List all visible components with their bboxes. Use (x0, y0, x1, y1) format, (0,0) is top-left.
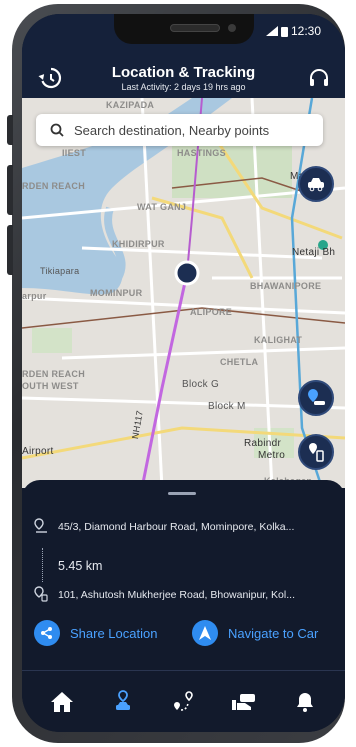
trip-distance: 5.45 km (58, 559, 103, 573)
camera (228, 24, 236, 32)
share-icon (34, 620, 60, 646)
map-view[interactable]: KAZIPADA IIEST HASTINGS RDEN REACH WAT G… (22, 98, 345, 488)
nav-car-service[interactable] (228, 686, 260, 718)
map-label: KHIDIRPUR (112, 239, 165, 249)
map-label: arpur (22, 291, 47, 301)
phone-location-icon (309, 443, 324, 462)
map-label: Block G (182, 379, 220, 390)
origin-address: 45/3, Diamond Harbour Road, Mominpore, K… (58, 521, 295, 533)
search-icon (50, 123, 64, 137)
share-location-button[interactable]: Share Location (34, 620, 157, 646)
map-label: OUTH WEST (22, 381, 79, 391)
trip-panel: 45/3, Diamond Harbour Road, Mominpore, K… (22, 480, 345, 732)
battery-icon (280, 26, 288, 37)
home-icon (51, 692, 74, 712)
headset-icon[interactable] (307, 66, 331, 90)
destination-pin-icon (34, 586, 48, 602)
origin-pin-icon (34, 518, 47, 533)
map-label: KALIGHAT (254, 335, 303, 345)
share-location-label: Share Location (70, 625, 158, 641)
search-placeholder: Search destination, Nearby points (74, 122, 270, 138)
page-title: Location & Tracking (111, 64, 256, 81)
navigation-arrow-icon (192, 620, 218, 646)
map-label: Rabindr (244, 438, 282, 449)
side-button (7, 225, 13, 275)
car-location-button[interactable] (298, 380, 334, 416)
map-label: HASTINGS (177, 148, 226, 158)
car-service-icon (308, 178, 324, 192)
map-label: IIEST (62, 148, 87, 158)
map-label: CHETLA (220, 357, 259, 367)
map-label: Block M (208, 401, 246, 412)
side-button (7, 165, 13, 215)
side-button (7, 115, 13, 145)
speaker (170, 24, 220, 32)
nav-car-location[interactable] (107, 686, 139, 718)
nav-notifications[interactable] (289, 686, 321, 718)
map-label: RDEN REACH (22, 369, 86, 379)
car-service-button[interactable] (298, 166, 334, 202)
map-label: Metro (258, 450, 286, 461)
map-label: KAZIPADA (106, 100, 155, 110)
nav-home[interactable] (46, 686, 78, 718)
nav-route[interactable] (167, 686, 199, 718)
screen: 12:30 Location & Tracking Last Activity:… (22, 14, 345, 732)
car-service-icon (232, 694, 256, 710)
map-label: WAT GANJ (137, 202, 187, 212)
map-label: Airport (22, 446, 54, 457)
map-label: RDEN REACH (22, 181, 86, 191)
route-icon (174, 691, 194, 711)
last-activity: Last Activity: 2 days 19 hrs ago (121, 82, 246, 92)
bell-icon (296, 693, 313, 712)
status-bar: 12:30 (265, 24, 321, 38)
status-time: 12:30 (290, 24, 321, 38)
route-connector (42, 548, 43, 582)
bottom-nav (22, 672, 345, 732)
phone-location-button[interactable] (298, 434, 334, 470)
divider (22, 670, 345, 671)
map-label: Tikiapara (40, 266, 80, 276)
map-label: Netaji Bh (292, 247, 336, 258)
car-location-icon (115, 690, 130, 710)
map-label: ALIPORE (190, 307, 233, 317)
search-bar[interactable]: Search destination, Nearby points (36, 114, 323, 146)
map-label: BHAWANIPORE (250, 281, 322, 291)
destination-address: 101, Ashutosh Mukherjee Road, Bhowanipur… (58, 589, 295, 601)
map-label: MOMINPUR (90, 288, 143, 298)
car-location-icon (308, 389, 325, 405)
navigate-to-car-button[interactable]: Navigate to Car (192, 620, 318, 646)
navigate-to-car-label: Navigate to Car (228, 625, 319, 641)
signal-icon (265, 26, 278, 36)
drag-handle[interactable] (168, 492, 196, 495)
